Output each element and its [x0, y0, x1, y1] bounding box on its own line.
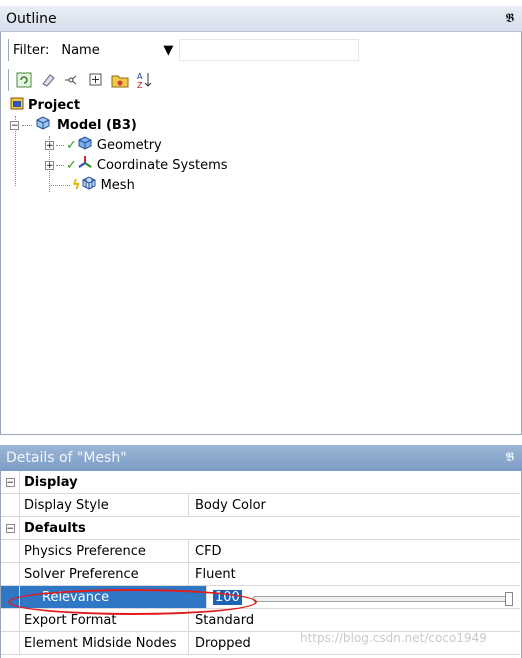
group-label: Defaults — [24, 520, 86, 536]
eraser-icon[interactable] — [39, 71, 57, 89]
tree-line — [56, 144, 64, 146]
row-gutter — [1, 632, 20, 654]
collapse-icon[interactable]: − — [1, 517, 20, 539]
filter-text-input[interactable] — [179, 39, 360, 61]
row-gutter — [1, 609, 20, 631]
axes-icon — [77, 155, 93, 175]
collapse-icon[interactable]: − — [10, 120, 19, 130]
group-label: Display — [24, 474, 78, 490]
tree-line — [22, 124, 32, 126]
tree-line — [56, 164, 64, 166]
tree-item-coordinate-systems[interactable]: + ✓ Coordinate Systems — [45, 155, 228, 175]
filter-row: Filter: Name ▼ — [8, 38, 360, 62]
outline-toolbar: AZ — [8, 68, 153, 92]
expand-all-icon[interactable] — [87, 71, 105, 89]
row-gutter — [1, 563, 20, 585]
property-row-solver-preference[interactable]: Solver Preference Fluent — [1, 563, 520, 586]
property-name: Export Format — [20, 609, 189, 631]
row-gutter — [1, 540, 20, 562]
pin-icon[interactable]: 𝕭 — [505, 11, 514, 26]
group-row-display[interactable]: − Display — [1, 471, 520, 494]
slider-thumb[interactable] — [505, 592, 513, 606]
relevance-slider[interactable] — [253, 592, 513, 606]
property-name: Solver Preference — [20, 563, 189, 585]
filter-dropdown[interactable]: Name ▼ — [59, 40, 179, 60]
tree-label-model: Model (B3) — [57, 117, 137, 133]
tree-label-coordinate-systems: Coordinate Systems — [96, 157, 228, 173]
outline-panel: Filter: Name ▼ AZ Project − Model (B3) +… — [0, 32, 522, 435]
checkmark-icon: ✓ — [66, 137, 77, 153]
group-row-defaults[interactable]: − Defaults — [1, 517, 520, 540]
property-row-physics-preference[interactable]: Physics Preference CFD — [1, 540, 520, 563]
pin-icon[interactable]: 𝕭 — [505, 450, 514, 465]
property-row-export-format[interactable]: Export Format Standard — [1, 609, 520, 632]
filter-label: Filter: — [13, 42, 50, 58]
project-icon — [10, 96, 24, 114]
mesh-icon — [81, 175, 97, 195]
tree-item-model[interactable]: − Model (B3) — [10, 115, 137, 135]
watermark-text: https://blog.csdn.net/coco1949 — [300, 631, 487, 645]
property-value[interactable]: CFD — [189, 540, 520, 562]
outline-title: Outline — [6, 10, 57, 27]
checkmark-icon: ✓ — [66, 157, 77, 173]
property-value[interactable]: Fluent — [189, 563, 520, 585]
details-panel-header: Details of "Mesh" 𝕭 — [0, 445, 522, 471]
tree-item-project[interactable]: Project — [10, 95, 80, 115]
row-gutter — [1, 586, 20, 608]
branch-icon[interactable] — [63, 71, 81, 89]
sort-az-icon[interactable]: AZ — [135, 71, 153, 89]
property-value[interactable]: Standard — [189, 609, 520, 631]
property-row-display-style[interactable]: Display Style Body Color — [1, 494, 520, 517]
geometry-icon — [77, 135, 93, 155]
tree-item-mesh[interactable]: ϟ Mesh — [45, 175, 135, 195]
property-value[interactable]: Body Color — [189, 494, 520, 516]
property-name: Physics Preference — [20, 540, 189, 562]
row-gutter — [1, 494, 20, 516]
collapse-icon[interactable]: − — [1, 471, 20, 493]
tree-item-geometry[interactable]: + ✓ Geometry — [45, 135, 162, 155]
svg-text:A: A — [137, 72, 143, 81]
filter-dropdown-value: Name — [61, 42, 100, 58]
property-name: Display Style — [20, 494, 189, 516]
property-name: Relevance — [20, 586, 207, 608]
tree-label-geometry: Geometry — [96, 137, 162, 153]
tree-line — [49, 184, 70, 186]
lightning-icon: ϟ — [72, 177, 81, 193]
chevron-down-icon: ▼ — [163, 42, 174, 58]
tree-label-mesh: Mesh — [100, 177, 135, 193]
property-name: Element Midside Nodes — [20, 632, 189, 654]
details-title: Details of "Mesh" — [6, 450, 127, 466]
outline-panel-header: Outline 𝕭 — [0, 6, 522, 32]
expand-icon[interactable]: + — [45, 140, 54, 150]
property-row-relevance[interactable]: Relevance 100 — [1, 586, 520, 609]
relevance-value[interactable]: 100 — [213, 589, 242, 605]
svg-text:Z: Z — [137, 81, 143, 89]
refresh-icon[interactable] — [15, 71, 33, 89]
expand-icon[interactable]: + — [45, 160, 54, 170]
model-icon — [35, 115, 51, 135]
toolbar-separator — [8, 39, 9, 61]
folder-icon[interactable] — [111, 71, 129, 89]
toolbar-separator — [8, 69, 9, 91]
details-panel: − Display Display Style Body Color − Def… — [0, 471, 522, 658]
tree-label-project: Project — [28, 97, 81, 113]
